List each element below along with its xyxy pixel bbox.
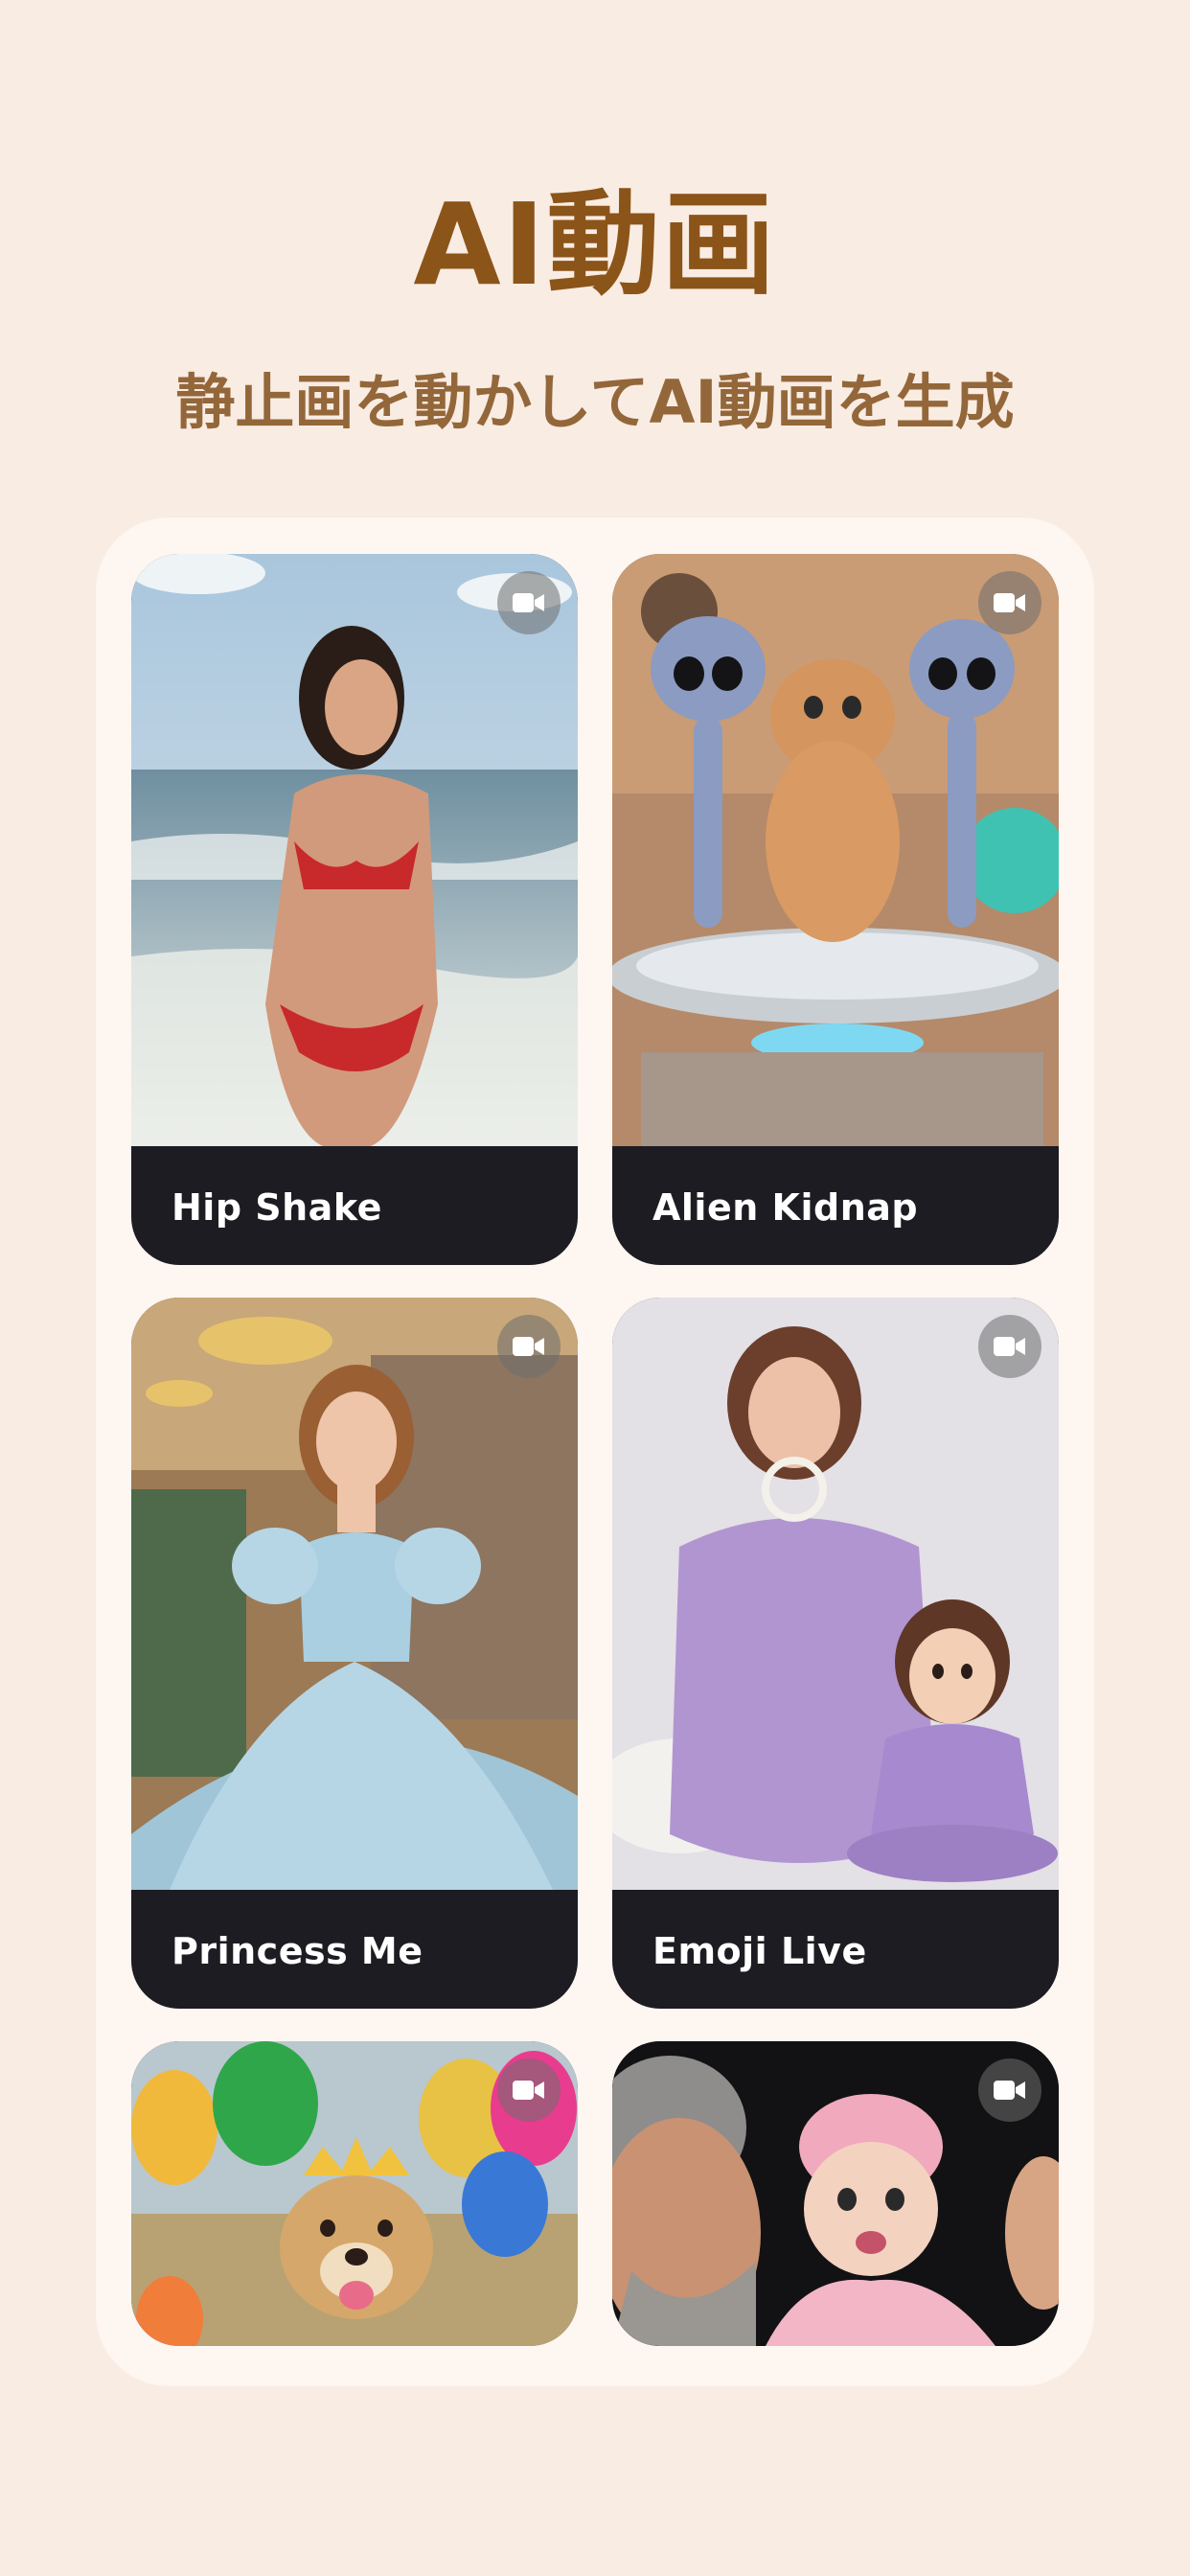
template-card-hip-shake[interactable]: Hip Shake — [131, 554, 578, 1265]
video-camera-icon — [497, 2058, 561, 2122]
template-grid: Hip Shake Alien Kidnap Princess Me Emoji… — [96, 518, 1094, 2386]
template-card-label: Princess Me — [172, 1930, 423, 1972]
video-camera-icon — [978, 571, 1041, 634]
template-card-label: Alien Kidnap — [652, 1186, 919, 1229]
template-card-label: Emoji Live — [652, 1930, 867, 1972]
template-card-princess-me[interactable]: Princess Me — [131, 1298, 578, 2009]
video-camera-icon — [497, 571, 561, 634]
template-card-emoji-live[interactable]: Emoji Live — [612, 1298, 1059, 2009]
template-thumbnail — [612, 1298, 1059, 1890]
template-thumbnail — [131, 554, 578, 1146]
template-thumbnail — [131, 1298, 578, 1890]
page-subtitle: 静止画を動かしてAI動画を生成 — [175, 367, 1015, 437]
video-camera-icon — [978, 2058, 1041, 2122]
template-card-label: Hip Shake — [172, 1186, 382, 1229]
template-thumbnail — [612, 554, 1059, 1146]
template-card-alien-kidnap[interactable]: Alien Kidnap — [612, 554, 1059, 1265]
page-title: AI動画 — [413, 178, 777, 310]
video-camera-icon — [978, 1315, 1041, 1378]
video-camera-icon — [497, 1315, 561, 1378]
template-card-baby[interactable] — [612, 2041, 1059, 2346]
template-card-birthday-dog[interactable] — [131, 2041, 578, 2346]
